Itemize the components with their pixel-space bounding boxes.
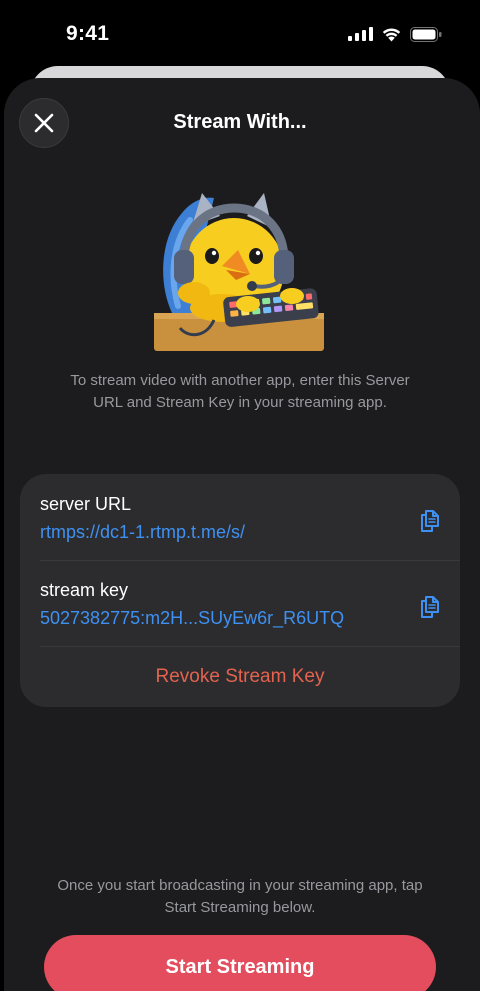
broadcast-hint-text: Once you start broadcasting in your stre…: [57, 877, 423, 916]
wifi-icon: [381, 26, 402, 42]
stream-with-sheet: Stream With... To stream video with anot…: [4, 78, 480, 991]
instructions-text: To stream video with another app, enter …: [70, 372, 410, 411]
sheet-title: Stream With...: [173, 111, 307, 133]
copy-icon: [421, 510, 439, 532]
stream-credentials-card: server URL rtmps://dc1-1.rtmp.t.me/s/ st…: [20, 474, 460, 707]
start-streaming-button[interactable]: Start Streaming: [44, 935, 436, 991]
battery-icon: [410, 26, 442, 42]
status-bar: 9:41: [0, 0, 480, 70]
status-time: 9:41: [66, 22, 110, 45]
server-url-row[interactable]: server URL rtmps://dc1-1.rtmp.t.me/s/: [20, 474, 460, 560]
duck-streamer-sticker: [152, 188, 332, 353]
copy-server-url-button[interactable]: [416, 506, 444, 534]
stream-key-value[interactable]: 5027382775:m2H...SUyEw6r_R6UTQ: [40, 608, 344, 629]
stream-key-label: stream key: [40, 580, 129, 600]
server-url-value[interactable]: rtmps://dc1-1.rtmp.t.me/s/: [40, 522, 245, 543]
server-url-label: server URL: [40, 494, 132, 514]
copy-icon: [421, 596, 439, 618]
status-icons: [348, 26, 442, 42]
copy-stream-key-button[interactable]: [416, 592, 444, 620]
revoke-stream-key-button[interactable]: Revoke Stream Key: [20, 646, 460, 707]
stream-key-row[interactable]: stream key 5027382775:m2H...SUyEw6r_R6UT…: [20, 560, 460, 646]
cellular-signal-icon: [348, 27, 373, 41]
